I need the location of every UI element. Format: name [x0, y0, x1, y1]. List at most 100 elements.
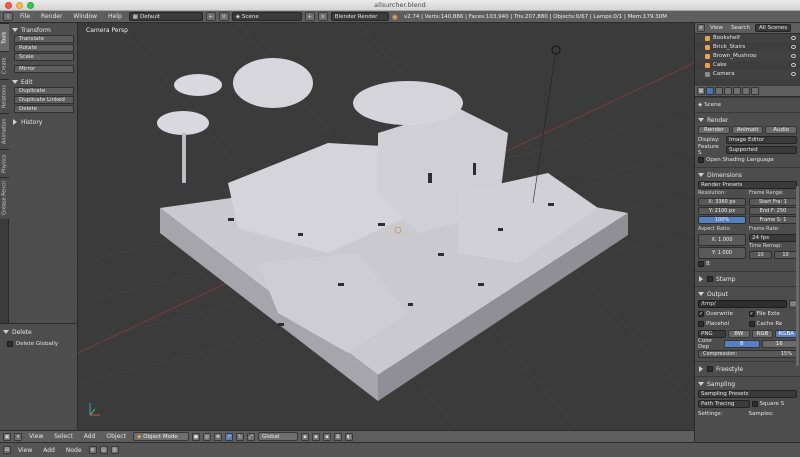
screen-layout-dropdown[interactable]: ▦ Default [128, 12, 203, 21]
freestyle-checkbox[interactable] [707, 366, 713, 372]
mirror-button[interactable]: Mirror [14, 65, 74, 73]
menu-add[interactable]: Add [80, 433, 100, 440]
menu-select[interactable]: Select [50, 433, 77, 440]
rotate-manipulator-icon[interactable]: ↻ [235, 432, 244, 441]
stamp-checkbox[interactable] [707, 276, 713, 282]
menu-window[interactable]: Window [69, 13, 101, 20]
feature-set-dropdown[interactable]: Supported [726, 146, 797, 154]
constraints-tab-icon[interactable] [751, 87, 759, 95]
dimensions-panel-header[interactable]: Dimensions [698, 170, 797, 180]
visibility-eye-icon[interactable] [791, 63, 796, 67]
visibility-eye-icon[interactable] [791, 54, 796, 58]
add-scene-button[interactable]: + [304, 12, 315, 21]
outliner-item-brown-mushroom[interactable]: Brown_Mushroo [695, 52, 800, 61]
scale-manipulator-icon[interactable]: ⤢ [246, 432, 255, 441]
texture-node-icon[interactable]: ▤ [99, 446, 108, 454]
color-bw-button[interactable]: BW [727, 330, 750, 338]
resolution-percentage-slider[interactable]: 100% [698, 216, 746, 224]
render-panel-header[interactable]: Render [698, 115, 797, 125]
duplicate-button[interactable]: Duplicate [14, 87, 74, 95]
time-remap-old-field[interactable]: 10 [749, 251, 772, 259]
overwrite-checkbox[interactable]: ✓ Overwrite [698, 311, 747, 317]
add-layout-button[interactable]: + [205, 12, 216, 21]
render-animation-button[interactable]: Animati [731, 126, 764, 134]
outliner-view-menu[interactable]: View [707, 25, 726, 31]
frame-step-field[interactable]: Frame S: 1 [749, 216, 797, 224]
render-preview-icon[interactable]: ◐ [344, 432, 353, 441]
outliner-item-cake[interactable]: Cake [695, 61, 800, 70]
menu-view[interactable]: View [14, 447, 36, 454]
tab-relations[interactable]: Relations [0, 79, 9, 113]
start-frame-field[interactable]: Start Fra: 1 [749, 198, 797, 206]
visibility-eye-icon[interactable] [791, 45, 796, 49]
tab-physics[interactable]: Physics [0, 149, 9, 177]
layers-icon[interactable]: ▪ [311, 432, 320, 441]
display-dropdown[interactable]: Image Editor [726, 136, 797, 144]
time-remap-new-field[interactable]: 10 [774, 251, 797, 259]
transform-orientation-dropdown[interactable]: Global [257, 432, 298, 441]
menu-render[interactable]: Render [37, 13, 66, 20]
translate-button[interactable]: Translate [14, 35, 74, 43]
delete-globally-checkbox[interactable]: Delete Globally [7, 341, 74, 347]
viewport-shading-icon[interactable]: ● [191, 432, 200, 441]
end-frame-field[interactable]: End F: 250 [749, 207, 797, 215]
editor-type-icon[interactable]: ⊞ [3, 446, 11, 454]
scene-dropdown[interactable]: ◈ Scene [231, 12, 302, 21]
pivot-point-icon[interactable]: ◎ [202, 432, 211, 441]
open-shading-language-checkbox[interactable]: Open Shading Language [698, 155, 797, 165]
resolution-x-field[interactable]: X: 3360 px [698, 198, 746, 206]
edit-panel-header[interactable]: Edit [12, 77, 74, 87]
history-panel-header[interactable]: History [12, 117, 74, 127]
tab-grease-pencil[interactable]: Grease Pencil [0, 177, 9, 219]
render-engine-dropdown[interactable]: Blender Render [330, 12, 389, 21]
scale-button[interactable]: Scale [14, 53, 74, 61]
lock-icon[interactable]: ▪ [322, 432, 331, 441]
editor-type-icon[interactable]: ▦ [697, 87, 705, 95]
editor-type-icon[interactable]: ≡ [697, 24, 705, 32]
layers-tab-icon[interactable] [715, 87, 723, 95]
file-format-dropdown[interactable]: PNG [698, 330, 726, 338]
editor-type-icon[interactable]: i [3, 12, 13, 21]
transform-panel-header[interactable]: Transform [12, 25, 74, 35]
menu-help[interactable]: Help [104, 13, 126, 20]
outliner-item-camera[interactable]: Camera [695, 70, 800, 79]
depth-16-button[interactable]: 16 [761, 340, 797, 348]
snap-icon[interactable]: ⧉ [333, 432, 342, 441]
delete-button[interactable]: Delete [14, 105, 74, 113]
interaction-mode-dropdown[interactable]: ◆ Object Mode [132, 432, 189, 441]
file-extensions-checkbox[interactable]: ✓ File Exte [748, 311, 798, 317]
frame-rate-dropdown[interactable]: 24 fps [749, 234, 797, 242]
layers-icon[interactable]: ▪ [300, 432, 309, 441]
output-panel-header[interactable]: Output [698, 289, 797, 299]
menu-object[interactable]: Object [102, 433, 130, 440]
render-audio-button[interactable]: Audio [765, 126, 798, 134]
sampling-panel-header[interactable]: Sampling [698, 379, 797, 389]
remove-layout-button[interactable]: × [218, 12, 229, 21]
compression-slider[interactable]: Compression: 15% [698, 350, 797, 358]
tab-tools[interactable]: Tools [0, 23, 9, 51]
scene-tab-icon[interactable] [724, 87, 732, 95]
collapse-menus-icon[interactable]: ▾ [14, 432, 22, 441]
integrator-dropdown[interactable]: Path Tracing [698, 400, 750, 408]
properties-scrollbar[interactable] [796, 186, 799, 366]
outliner-item-brick-stairs[interactable]: Brick_Stairs [695, 43, 800, 52]
aspect-x-field[interactable]: X: 1.000 [698, 234, 746, 246]
depth-8-button[interactable]: 8 [724, 340, 760, 348]
object-tab-icon[interactable] [742, 87, 750, 95]
compositor-icon[interactable]: ▥ [110, 446, 119, 454]
world-tab-icon[interactable] [733, 87, 741, 95]
output-path-field[interactable]: /tmp/ [698, 300, 787, 308]
rotate-button[interactable]: Rotate [14, 44, 74, 52]
freestyle-panel-header[interactable]: Freestyle [698, 364, 797, 374]
menu-add[interactable]: Add [39, 447, 59, 454]
cache-result-checkbox[interactable]: Cache Re [748, 321, 798, 327]
render-tab-icon[interactable] [706, 87, 714, 95]
stamp-panel-header[interactable]: Stamp [698, 274, 797, 284]
border-checkbox[interactable]: B [698, 259, 797, 269]
shader-node-icon[interactable]: ◍ [88, 446, 97, 454]
render-image-button[interactable]: Render [698, 126, 730, 134]
outliner-item-bookshelf[interactable]: Bookshelf [695, 34, 800, 43]
outliner-search-menu[interactable]: Search [728, 25, 753, 31]
color-rgba-button[interactable]: RGBA [775, 330, 798, 338]
editor-type-icon[interactable]: ▣ [3, 432, 11, 441]
